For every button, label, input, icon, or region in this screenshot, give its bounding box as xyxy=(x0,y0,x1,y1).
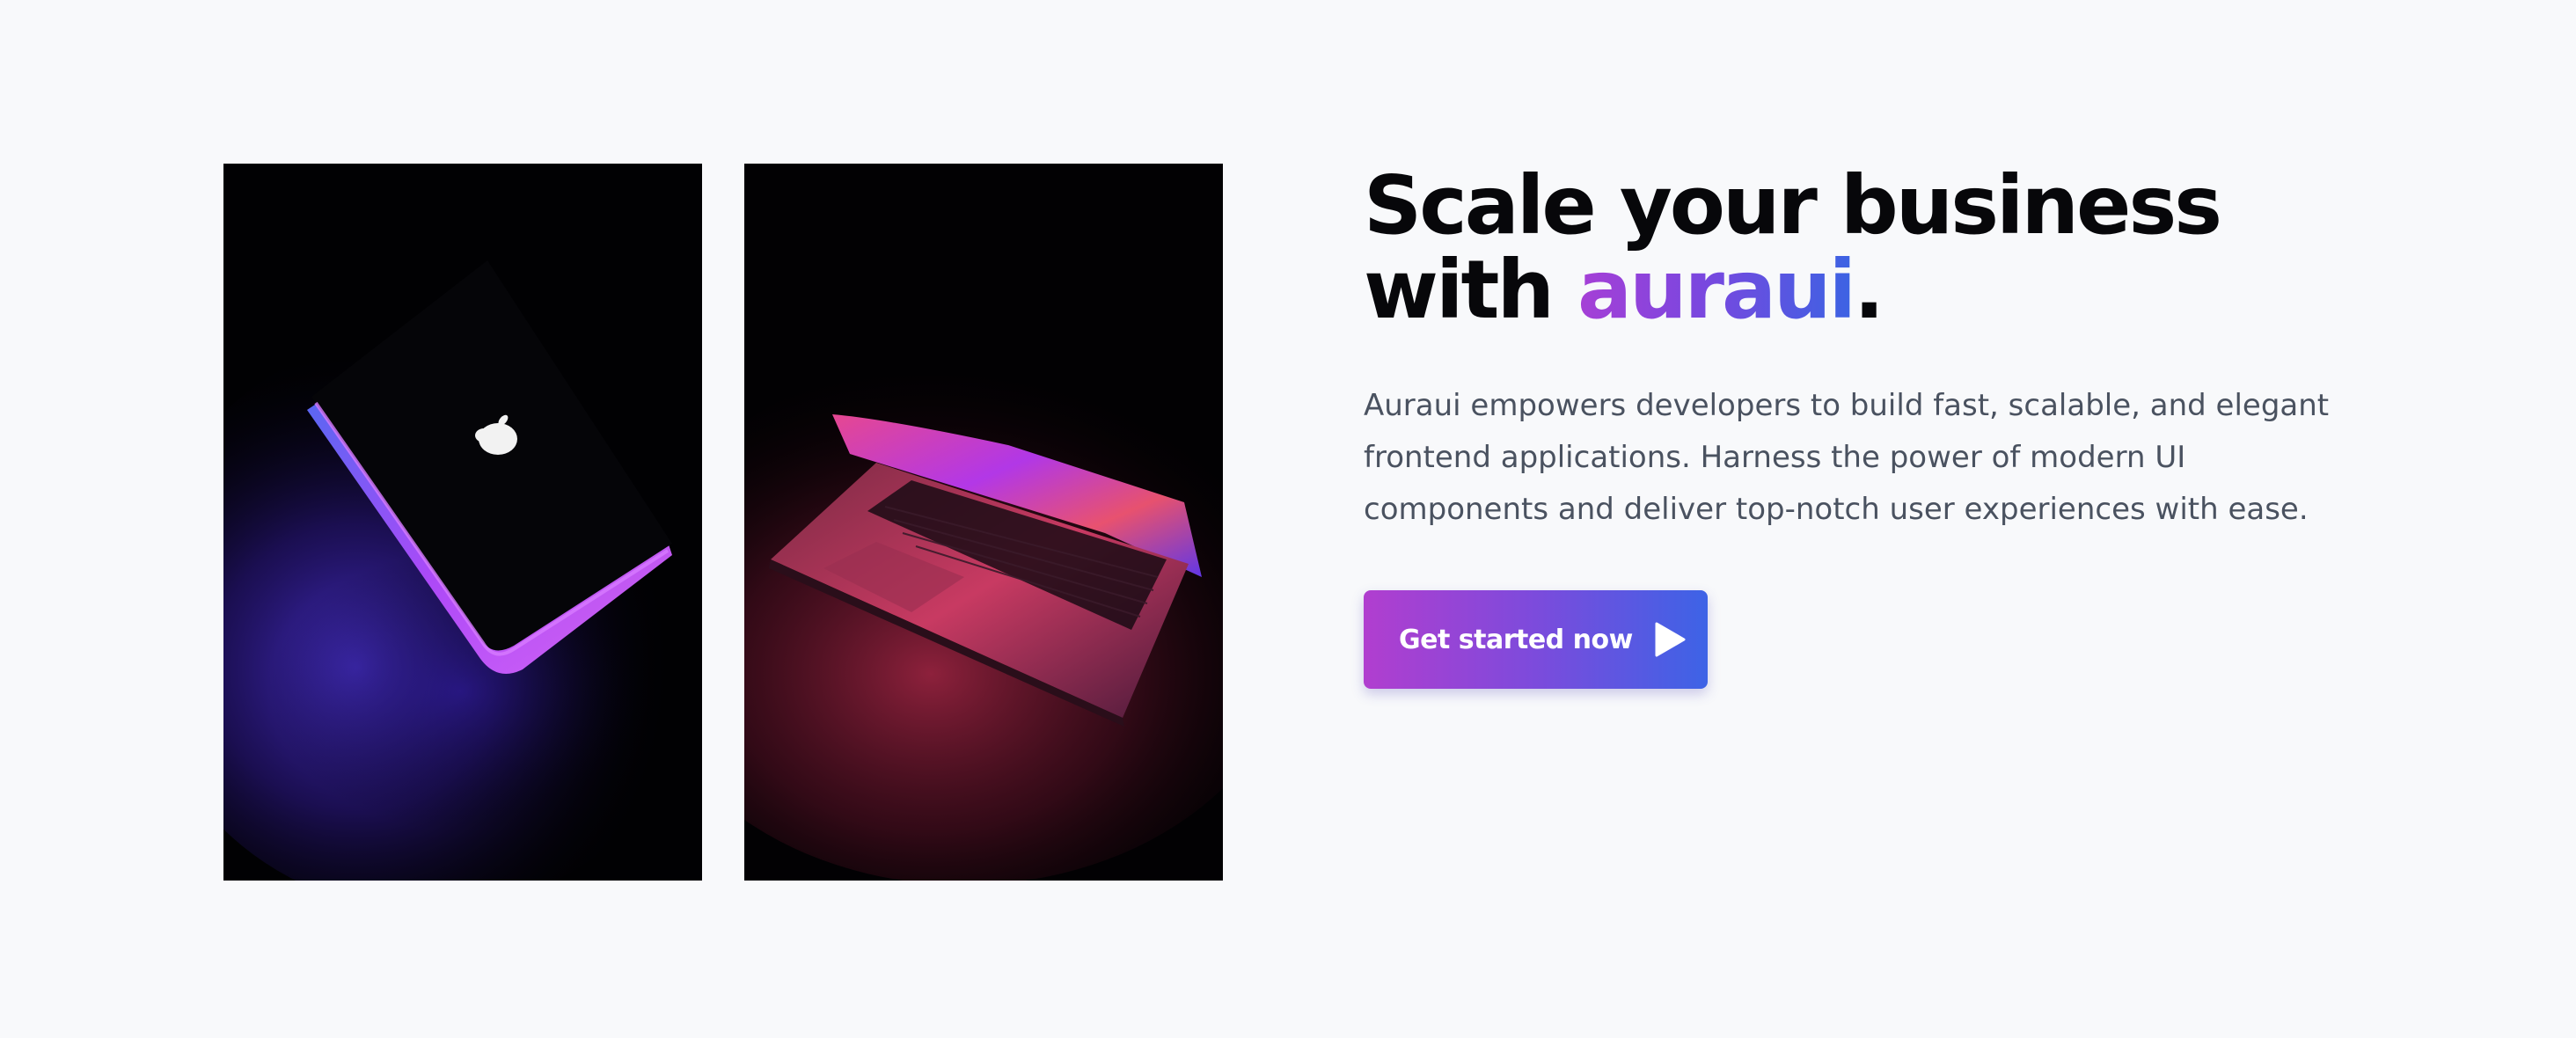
heading-period: . xyxy=(1854,243,1884,337)
hero-description: Auraui empowers developers to build fast… xyxy=(1364,388,2330,527)
heading-line-2-prefix: with xyxy=(1364,243,1578,337)
get-started-button[interactable]: Get started now xyxy=(1364,590,1708,689)
laptop-closed-image xyxy=(223,164,702,881)
laptop-open-image xyxy=(744,164,1223,881)
brand-name: auraui xyxy=(1577,243,1856,337)
hero-content: Scale your business with auraui. Auraui … xyxy=(1364,164,2375,689)
play-icon xyxy=(1654,622,1686,657)
hero-section: Scale your business with auraui. Auraui … xyxy=(0,0,2576,1038)
hero-heading: Scale your business with auraui. xyxy=(1364,164,2375,333)
get-started-label: Get started now xyxy=(1399,624,1633,655)
heading-line-1: Scale your business xyxy=(1364,158,2222,252)
